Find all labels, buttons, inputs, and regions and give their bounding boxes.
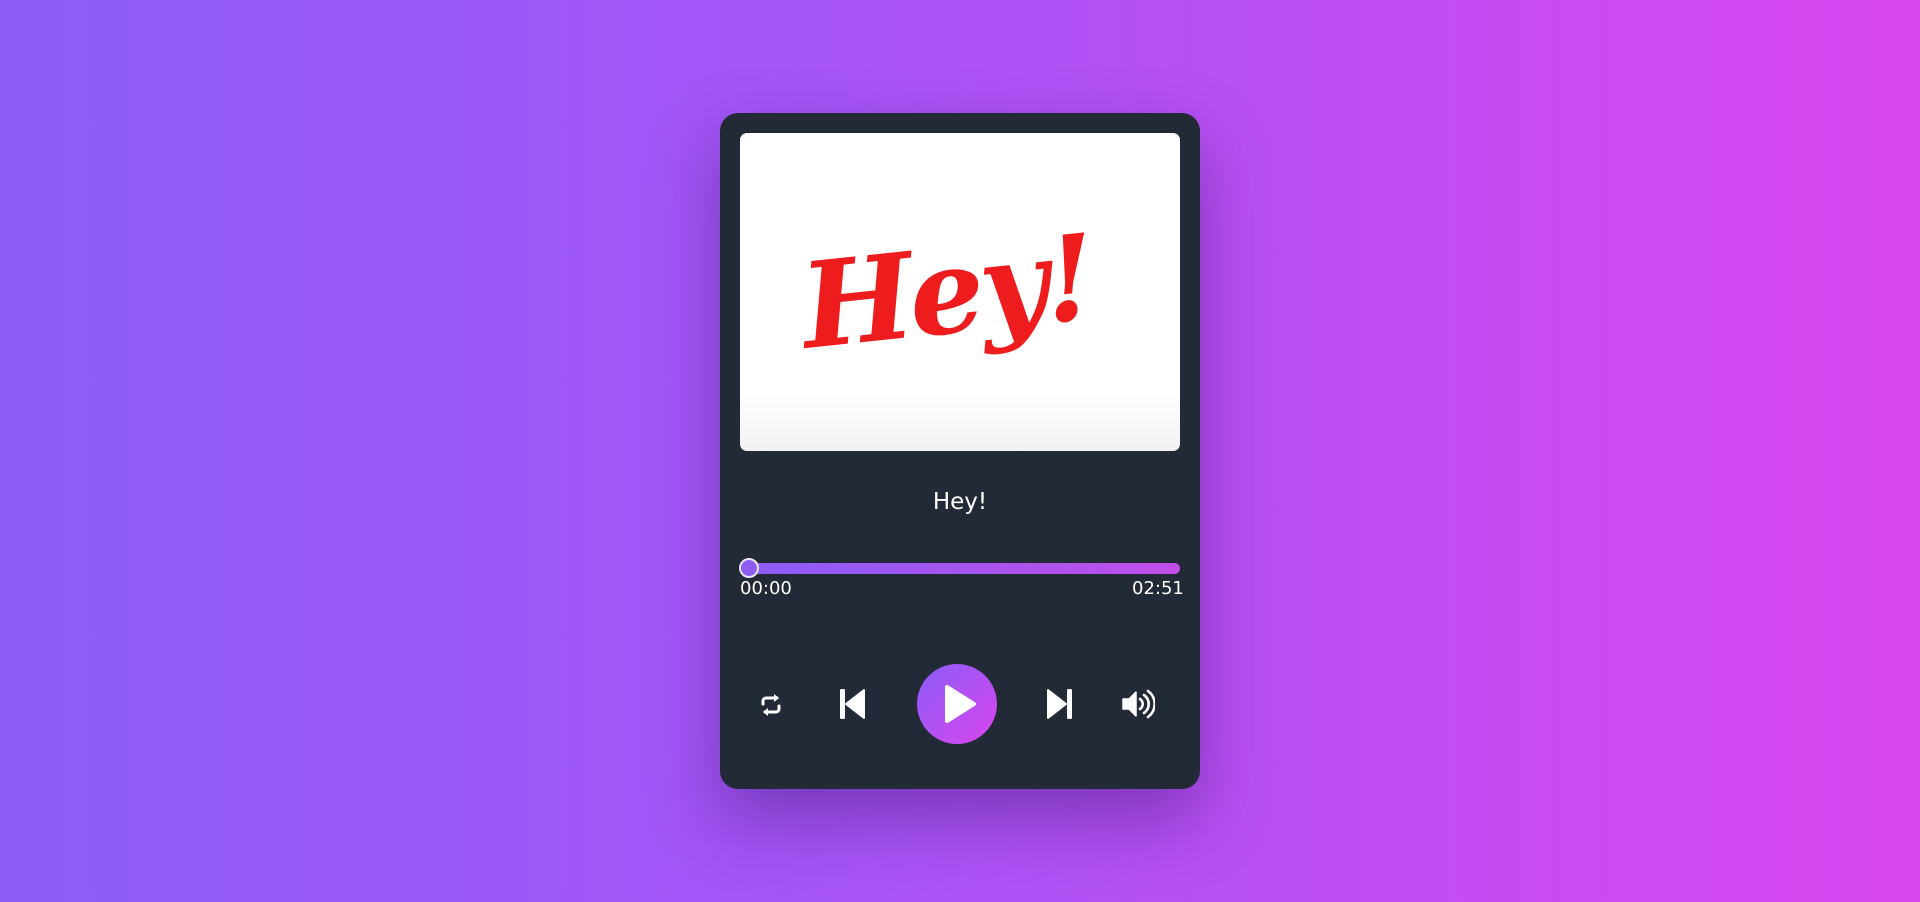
track-title: Hey! bbox=[932, 489, 988, 515]
progress-thumb[interactable] bbox=[739, 558, 759, 578]
repeat-button[interactable] bbox=[757, 691, 785, 719]
cover-text: Hey! bbox=[792, 207, 1099, 376]
progress-track[interactable] bbox=[740, 563, 1180, 574]
album-cover: Hey! bbox=[740, 133, 1180, 451]
next-button[interactable] bbox=[1045, 687, 1075, 721]
playback-controls bbox=[720, 664, 1200, 746]
volume-icon bbox=[1122, 689, 1156, 719]
previous-button[interactable] bbox=[837, 687, 867, 721]
play-icon bbox=[945, 685, 976, 723]
skip-previous-icon bbox=[840, 689, 865, 719]
volume-button[interactable] bbox=[1121, 689, 1156, 719]
cover-artwork: Hey! bbox=[792, 207, 1099, 376]
current-time: 00:00 bbox=[740, 578, 792, 599]
duration-time: 02:51 bbox=[1132, 578, 1184, 599]
progress-bar[interactable] bbox=[739, 557, 1180, 579]
play-button[interactable] bbox=[917, 664, 997, 744]
skip-next-icon bbox=[1047, 689, 1072, 719]
repeat-icon bbox=[761, 694, 781, 716]
